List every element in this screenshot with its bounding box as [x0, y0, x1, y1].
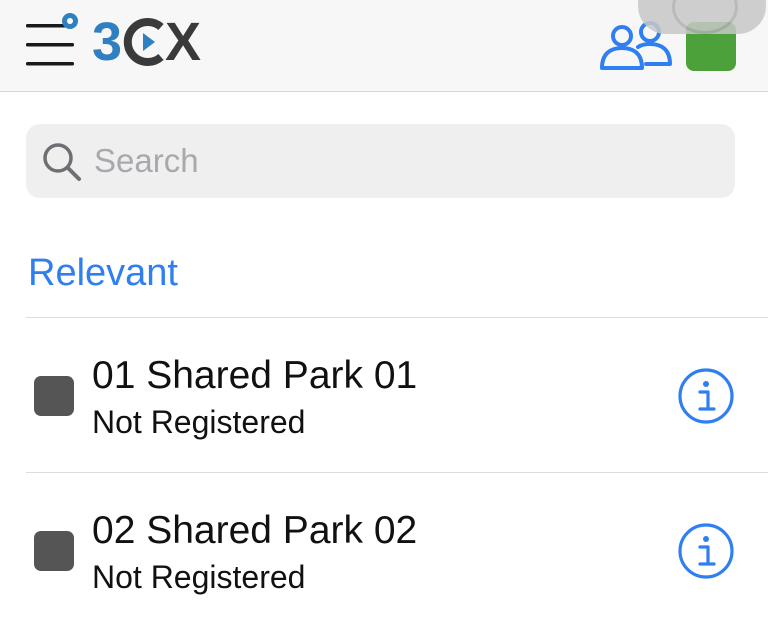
section-title-relevant: Relevant: [28, 252, 178, 294]
info-button[interactable]: [677, 522, 735, 580]
contact-name: 02 Shared Park 02: [92, 509, 418, 552]
logo-three: 3: [92, 12, 122, 72]
logo-c-glyph: [121, 15, 165, 69]
menu-button[interactable]: [22, 12, 88, 72]
contact-status-indicator: [34, 376, 74, 416]
contact-row[interactable]: 01 Shared Park 01 Not Registered: [0, 318, 768, 472]
search-input[interactable]: [94, 138, 714, 184]
contact-row[interactable]: 02 Shared Park 02 Not Registered: [0, 473, 768, 626]
3cx-logo: 3 X: [92, 4, 201, 80]
search-icon: [43, 143, 81, 181]
info-icon: [678, 368, 734, 424]
contact-status-text: Not Registered: [92, 404, 306, 440]
contact-status-text: Not Registered: [92, 559, 306, 595]
assistive-touch-overlay[interactable]: [638, 0, 766, 34]
info-button[interactable]: [677, 367, 735, 425]
contact-status-indicator: [34, 531, 74, 571]
contact-name: 01 Shared Park 01: [92, 354, 418, 397]
info-icon: [678, 523, 734, 579]
app-screen: 3 X Relevant: [0, 0, 768, 626]
search-bar[interactable]: [26, 124, 735, 198]
logo-x: X: [165, 12, 201, 72]
hamburger-menu-icon: [26, 13, 78, 66]
